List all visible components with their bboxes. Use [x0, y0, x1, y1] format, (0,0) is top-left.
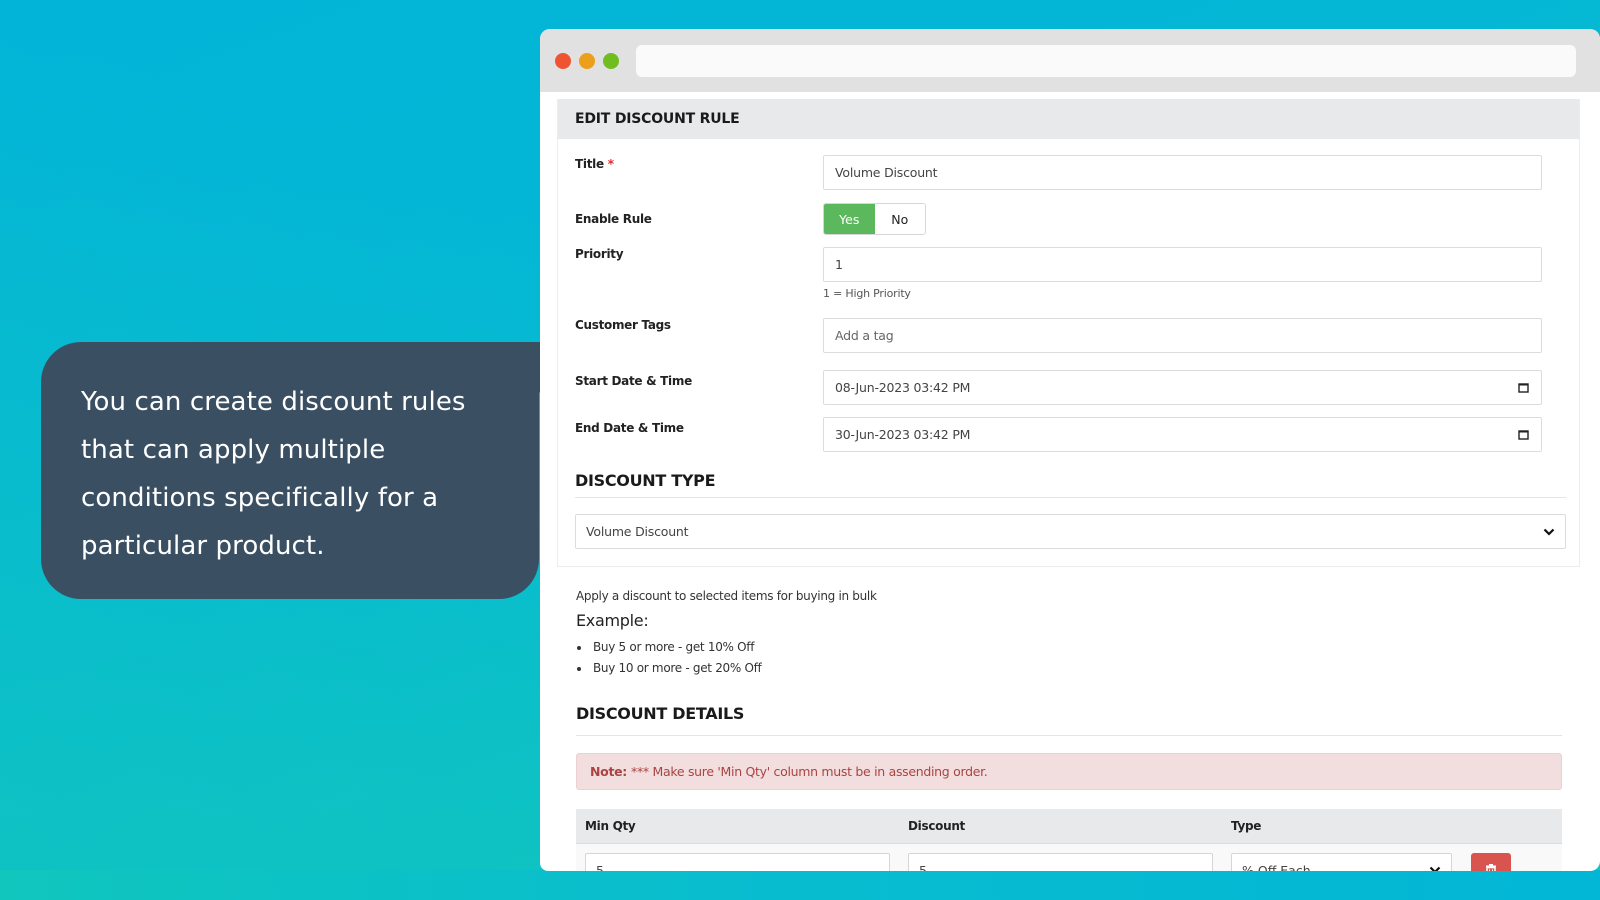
callout-line: that can apply multiple [81, 435, 386, 465]
section-divider [576, 735, 1562, 736]
section-divider [575, 497, 1566, 498]
background-strip [0, 870, 1600, 900]
start-date-value: 08-Jun-2023 03:42 PM [835, 380, 971, 395]
address-bar[interactable] [636, 45, 1576, 77]
note-alert: Note: *** Make sure 'Min Qty' column mus… [576, 753, 1562, 790]
discount-type-select[interactable]: Volume Discount [575, 514, 1566, 549]
discount-type-selected: Volume Discount [586, 524, 689, 539]
note-label: Note: [590, 764, 628, 779]
required-mark: * [607, 157, 614, 171]
priority-input[interactable]: 1 [823, 247, 1542, 282]
note-text: *** Make sure 'Min Qty' column must be i… [631, 764, 988, 779]
min-qty-input[interactable]: 5 [585, 853, 890, 871]
maximize-window-dot[interactable] [603, 53, 619, 69]
discount-type-heading: DISCOUNT TYPE [575, 471, 716, 490]
close-window-dot[interactable] [555, 53, 571, 69]
enable-no-button[interactable]: No [874, 204, 925, 234]
discount-input[interactable]: 5 [908, 853, 1213, 871]
column-header-min-qty: Min Qty [585, 819, 636, 833]
trash-icon [1486, 863, 1496, 871]
page-content: EDIT DISCOUNT RULE Title * Volume Discou… [557, 99, 1580, 871]
edit-rule-card: EDIT DISCOUNT RULE Title * Volume Discou… [557, 99, 1580, 567]
discount-details-heading: DISCOUNT DETAILS [576, 704, 745, 723]
end-date-value: 30-Jun-2023 03:42 PM [835, 427, 971, 442]
callout-line: conditions specifically for a [81, 483, 439, 513]
callout-line: particular product. [81, 531, 325, 561]
chevron-down-icon [1543, 528, 1555, 536]
delete-row-button[interactable] [1471, 853, 1511, 871]
discount-type-description: Apply a discount to selected items for b… [576, 589, 877, 603]
priority-help-text: 1 = High Priority [823, 287, 911, 300]
chevron-down-icon [1429, 866, 1441, 871]
example-item-text: Buy 5 or more - get 10% Off [593, 640, 755, 654]
card-title: EDIT DISCOUNT RULE [558, 99, 1579, 139]
column-header-type: Type [1231, 819, 1262, 833]
feature-callout: You can create discount rules that can a… [41, 342, 539, 599]
example-item-text: Buy 10 or more - get 20% Off [593, 661, 762, 675]
end-date-input[interactable]: 30-Jun-2023 03:42 PM [823, 417, 1542, 452]
discount-table-header: Min Qty Discount Type [576, 809, 1562, 844]
end-date-label: End Date & Time [575, 421, 684, 435]
bullet-icon [577, 667, 581, 671]
priority-label: Priority [575, 247, 624, 261]
calendar-icon[interactable] [1518, 382, 1529, 393]
browser-titlebar [540, 29, 1600, 92]
bullet-icon [577, 646, 581, 650]
start-date-label: Start Date & Time [575, 374, 692, 388]
type-select[interactable]: % Off Each [1231, 853, 1452, 871]
example-heading: Example: [576, 611, 649, 630]
calendar-icon[interactable] [1518, 429, 1529, 440]
table-row: 5 5 % Off Each [576, 844, 1562, 871]
browser-window: EDIT DISCOUNT RULE Title * Volume Discou… [540, 29, 1600, 871]
column-header-discount: Discount [908, 819, 965, 833]
callout-line: You can create discount rules [81, 387, 466, 417]
customer-tags-label: Customer Tags [575, 318, 671, 332]
example-item: Buy 5 or more - get 10% Off [576, 637, 761, 658]
start-date-input[interactable]: 08-Jun-2023 03:42 PM [823, 370, 1542, 405]
type-selected: % Off Each [1242, 862, 1311, 872]
enable-yes-button[interactable]: Yes [824, 204, 875, 234]
minimize-window-dot[interactable] [579, 53, 595, 69]
example-item: Buy 10 or more - get 20% Off [576, 658, 762, 679]
customer-tags-input[interactable]: Add a tag [823, 318, 1542, 353]
title-input[interactable]: Volume Discount [823, 155, 1542, 190]
enable-rule-label: Enable Rule [575, 212, 652, 226]
enable-rule-toggle: Yes No [823, 203, 926, 235]
title-label: Title * [575, 157, 614, 171]
example-list: Buy 5 or more - get 10% Off Buy 10 or mo… [576, 637, 762, 679]
title-label-text: Title [575, 157, 604, 171]
